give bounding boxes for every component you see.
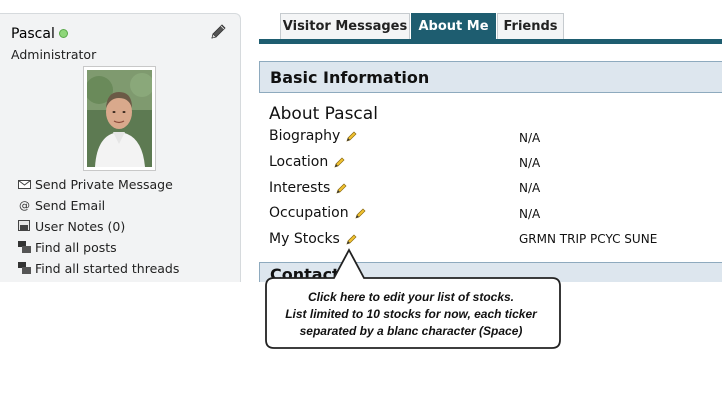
- edit-profile-pencil-icon[interactable]: [208, 22, 228, 42]
- callout-line: separated by a blanc character (Space): [299, 324, 523, 338]
- envelope-icon: [18, 178, 31, 190]
- field-label: My Stocks: [269, 231, 340, 247]
- online-status-icon: [59, 29, 68, 38]
- notes-icon: [18, 220, 31, 232]
- edit-pencil-icon[interactable]: [345, 130, 358, 143]
- interests-value: N/A: [519, 181, 541, 195]
- user-role: Administrator: [11, 47, 97, 62]
- edit-pencil-icon[interactable]: [354, 207, 367, 220]
- callout-line: Click here to edit your list of stocks.: [307, 290, 515, 304]
- sidebar-link-label: User Notes (0): [35, 218, 126, 234]
- edit-pencil-icon[interactable]: [335, 182, 348, 195]
- send-private-message-link[interactable]: Send Private Message: [18, 175, 173, 193]
- my-stocks-value: GRMN TRIP PCYC SUNE: [519, 232, 658, 246]
- occupation-value: N/A: [519, 207, 541, 221]
- threads-icon: [18, 262, 31, 274]
- edit-pencil-icon[interactable]: [333, 156, 346, 169]
- about-title: About Pascal: [269, 104, 378, 124]
- biography-label: Biography: [269, 128, 358, 144]
- sidebar-link-label: Send Email: [35, 197, 106, 213]
- sidebar-link-label: Send Private Message: [35, 176, 173, 192]
- avatar[interactable]: [83, 66, 156, 171]
- basic-information-header: Basic Information: [259, 61, 722, 93]
- interests-label: Interests: [269, 180, 348, 196]
- tab-about-me[interactable]: About Me: [411, 13, 496, 39]
- svg-text:@: @: [19, 199, 30, 211]
- field-label: Location: [269, 154, 329, 170]
- field-label: Occupation: [269, 205, 349, 221]
- posts-icon: [18, 241, 31, 253]
- my-stocks-label: My Stocks: [269, 231, 358, 247]
- field-label: Biography: [269, 128, 341, 144]
- find-all-posts-link[interactable]: Find all posts: [18, 238, 117, 256]
- user-notes-link[interactable]: User Notes (0): [18, 217, 125, 235]
- at-icon: @: [18, 199, 31, 212]
- find-all-started-threads-link[interactable]: Find all started threads: [18, 259, 179, 277]
- field-label: Interests: [269, 180, 331, 196]
- location-label: Location: [269, 154, 346, 170]
- tab-underline-bar: [259, 39, 722, 44]
- occupation-label: Occupation: [269, 205, 367, 221]
- user-name[interactable]: Pascal: [11, 26, 55, 42]
- callout-text: Click here to edit your list of stocks. …: [266, 289, 556, 340]
- tab-visitor-messages[interactable]: Visitor Messages: [280, 13, 410, 39]
- sidebar-link-label: Find all posts: [35, 239, 117, 255]
- location-value: N/A: [519, 156, 541, 170]
- biography-value: N/A: [519, 131, 541, 145]
- send-email-link[interactable]: @ Send Email: [18, 196, 105, 214]
- edit-stocks-pencil-icon[interactable]: [345, 233, 358, 246]
- callout-line: List limited to 10 stocks for now, each …: [285, 307, 537, 321]
- sidebar-link-label: Find all started threads: [35, 260, 180, 276]
- tab-friends[interactable]: Friends: [497, 13, 564, 39]
